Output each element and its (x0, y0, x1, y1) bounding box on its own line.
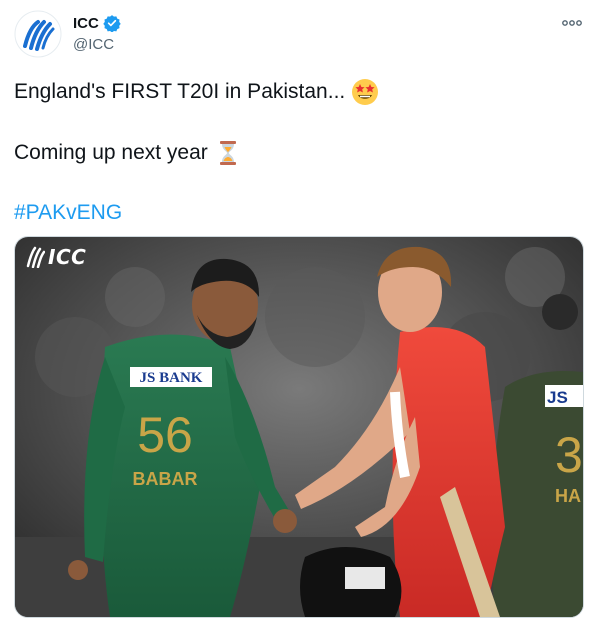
account-handle[interactable]: @ICC (73, 36, 114, 53)
background-jersey-sponsor: JS (547, 388, 568, 407)
handshake-photo: JS BANK 56 BABAR JS 3 HA (15, 237, 583, 617)
hashtag-link[interactable]: #PAKvENG (14, 201, 122, 225)
tweet-text: England's FIRST T20I in Pakistan... (14, 80, 346, 103)
verified-badge-icon (103, 15, 121, 32)
jersey-number: 56 (137, 407, 193, 463)
tweet-text-line-2: Coming up next year (14, 139, 242, 167)
tweet-media-image[interactable]: JS BANK 56 BABAR JS 3 HA ICC (14, 236, 584, 618)
jersey-sponsor: JS BANK (140, 370, 203, 386)
star-struck-emoji-icon (352, 79, 379, 105)
jersey-name: BABAR (133, 469, 198, 489)
more-options-icon[interactable] (560, 14, 584, 32)
hourglass-emoji-icon (219, 141, 236, 165)
avatar[interactable] (14, 10, 62, 58)
tweet-text: Coming up next year (14, 141, 208, 164)
tweet-text-line-1: England's FIRST T20I in Pakistan... (14, 78, 379, 106)
display-name[interactable]: ICC (73, 15, 99, 32)
watermark-text: ICC (48, 245, 87, 269)
icc-logo-icon (14, 10, 62, 58)
background-jersey-number: 3 (555, 427, 583, 483)
account-name-row: ICC (73, 14, 121, 32)
icc-watermark-icon (26, 246, 45, 268)
background-jersey-name: HA (555, 486, 581, 506)
icc-watermark: ICC (25, 245, 86, 269)
